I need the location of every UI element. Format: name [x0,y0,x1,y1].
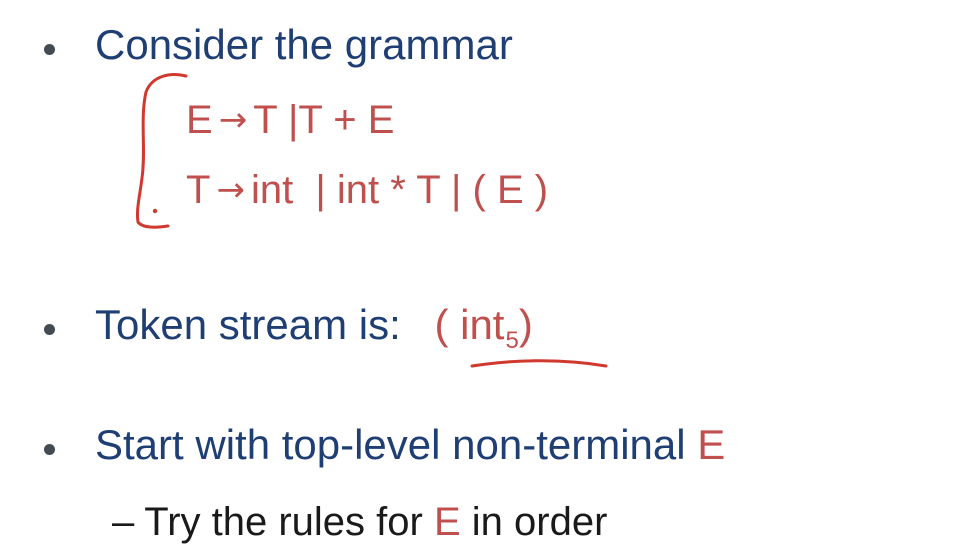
slide: Consider the grammar E → T |T + E T → int | … [0,0,966,560]
bracket-dot-annotation [152,208,158,214]
grammar-bracket-annotation [136,73,188,229]
token-underline-annotation [470,359,608,368]
handwritten-annotations [136,73,608,368]
